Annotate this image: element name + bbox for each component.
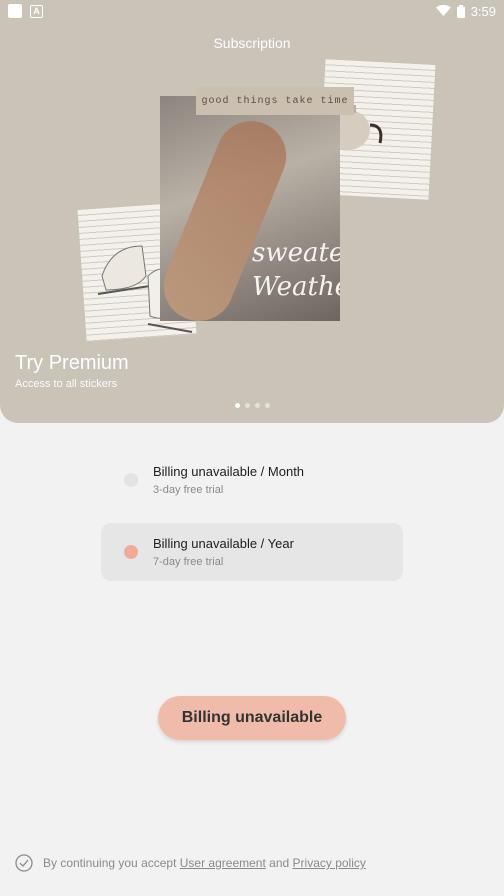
legal-prefix: By continuing you accept: [43, 856, 177, 870]
premium-title: Try Premium: [15, 352, 129, 374]
pager-dots[interactable]: [0, 403, 504, 408]
script-line-1: sweater: [252, 238, 340, 268]
battery-icon: [456, 4, 465, 18]
premium-subtitle: Access to all stickers: [15, 378, 118, 390]
subscribe-button[interactable]: Billing unavailable: [158, 696, 346, 740]
app-notification-icon: A: [30, 4, 43, 18]
wifi-icon: [435, 5, 451, 16]
hero-script-text: sweater Weather: [252, 236, 340, 304]
pager-dot[interactable]: [234, 403, 240, 408]
script-line-2: Weather: [252, 272, 340, 302]
legal-consent: By continuing you accept User agreement …: [15, 854, 366, 872]
clock: 3:59: [470, 3, 496, 19]
privacy-policy-link[interactable]: Privacy policy: [293, 856, 366, 870]
status-bar: A 3:59: [0, 0, 504, 22]
page-title: Subscription: [213, 35, 291, 51]
plan-trial: 3-day free trial: [153, 484, 224, 496]
radio-button[interactable]: [124, 473, 138, 487]
legal-and: and: [269, 856, 290, 870]
pager-dot[interactable]: [244, 403, 250, 408]
pager-dot[interactable]: [264, 403, 270, 408]
plan-trial: 7-day free trial: [153, 556, 224, 568]
plan-option-year[interactable]: Billing unavailable / Year 7-day free tr…: [101, 523, 403, 581]
check-circle-icon[interactable]: [15, 854, 33, 872]
plan-option-month[interactable]: Billing unavailable / Month 3-day free t…: [101, 451, 403, 509]
tape-label: good things take time: [196, 87, 354, 115]
plan-name: Billing unavailable / Year: [153, 536, 294, 551]
notification-icon: [8, 4, 22, 18]
hero-banner[interactable]: Subscription sweater Weather good things…: [0, 0, 504, 423]
hero-photo: sweater Weather: [160, 96, 340, 321]
user-agreement-link[interactable]: User agreement: [180, 856, 266, 870]
pager-dot[interactable]: [254, 403, 260, 408]
plan-name: Billing unavailable / Month: [153, 464, 305, 479]
radio-button-selected[interactable]: [124, 545, 138, 559]
